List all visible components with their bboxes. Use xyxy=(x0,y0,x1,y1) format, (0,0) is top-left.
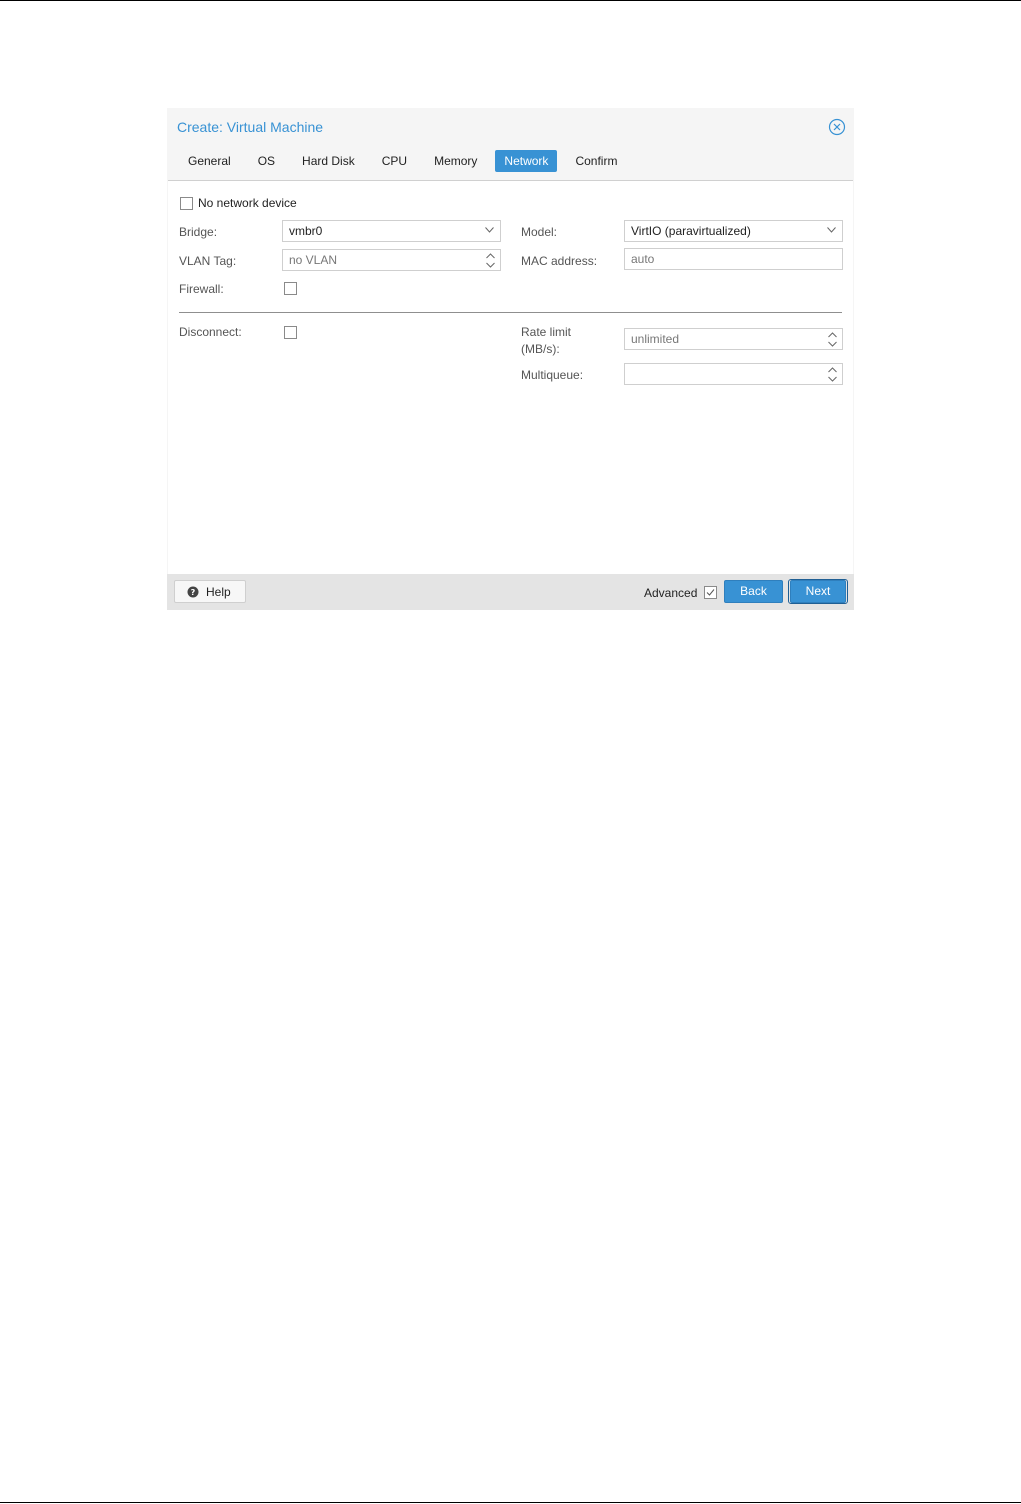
spinner-icon[interactable] xyxy=(828,367,837,382)
mac-address-input[interactable]: auto xyxy=(624,248,843,270)
dialog-header: Create: Virtual Machine General OS Hard … xyxy=(167,108,854,181)
wizard-tabs: General OS Hard Disk CPU Memory Network … xyxy=(179,150,635,174)
tab-confirm[interactable]: Confirm xyxy=(566,150,626,172)
back-button[interactable]: Back xyxy=(724,580,783,603)
tab-hard-disk[interactable]: Hard Disk xyxy=(293,150,364,172)
page-bottom-rule xyxy=(0,1502,1021,1503)
vlan-tag-input[interactable]: no VLAN xyxy=(282,249,501,271)
chevron-down-icon[interactable] xyxy=(827,227,836,233)
tab-memory[interactable]: Memory xyxy=(425,150,486,172)
bridge-select[interactable]: vmbr0 xyxy=(282,220,501,242)
model-value: VirtIO (paravirtualized) xyxy=(631,224,751,238)
disconnect-label: Disconnect: xyxy=(179,325,242,339)
firewall-checkbox[interactable] xyxy=(284,282,297,295)
tab-general[interactable]: General xyxy=(179,150,240,172)
dialog-footer: ? Help Advanced Back Next xyxy=(167,574,854,610)
multiqueue-label: Multiqueue: xyxy=(521,368,584,382)
create-vm-dialog: Create: Virtual Machine General OS Hard … xyxy=(167,108,854,610)
close-icon[interactable] xyxy=(828,118,846,136)
chevron-down-icon[interactable] xyxy=(485,227,494,233)
dialog-title: Create: Virtual Machine xyxy=(177,119,324,135)
vlan-tag-placeholder: no VLAN xyxy=(289,253,338,267)
no-network-device-checkbox[interactable] xyxy=(180,197,193,210)
multiqueue-input[interactable] xyxy=(624,363,843,385)
check-icon xyxy=(706,589,715,596)
tab-os[interactable]: OS xyxy=(249,150,284,172)
next-button[interactable]: Next xyxy=(790,580,846,603)
help-icon: ? xyxy=(187,586,199,598)
spinner-icon[interactable] xyxy=(486,253,495,268)
rate-limit-label-line1: Rate limit xyxy=(521,325,572,339)
bridge-label: Bridge: xyxy=(179,225,218,239)
rate-limit-label-line2: (MB/s): xyxy=(521,342,560,356)
vlan-tag-label: VLAN Tag: xyxy=(179,254,237,268)
model-select[interactable]: VirtIO (paravirtualized) xyxy=(624,220,843,242)
svg-text:?: ? xyxy=(191,588,196,597)
disconnect-checkbox[interactable] xyxy=(284,326,297,339)
help-label: Help xyxy=(206,585,231,599)
rate-limit-input[interactable]: unlimited xyxy=(624,328,843,350)
firewall-label: Firewall: xyxy=(179,282,224,296)
mac-address-placeholder: auto xyxy=(631,252,655,266)
mac-address-label: MAC address: xyxy=(521,254,598,268)
bridge-value: vmbr0 xyxy=(289,224,323,238)
network-panel: No network device Bridge: vmbr0 VLAN Tag… xyxy=(168,180,853,575)
advanced-label: Advanced xyxy=(644,586,698,600)
rate-limit-placeholder: unlimited xyxy=(631,332,680,346)
advanced-checkbox[interactable] xyxy=(704,586,717,599)
no-network-device-label: No network device xyxy=(198,196,297,210)
advanced-divider xyxy=(179,312,842,313)
spinner-icon[interactable] xyxy=(828,332,837,347)
model-label: Model: xyxy=(521,225,558,239)
page-top-rule xyxy=(0,0,1021,1)
help-button[interactable]: ? Help xyxy=(174,580,246,603)
tab-network[interactable]: Network xyxy=(495,150,558,172)
tab-cpu[interactable]: CPU xyxy=(373,150,416,172)
